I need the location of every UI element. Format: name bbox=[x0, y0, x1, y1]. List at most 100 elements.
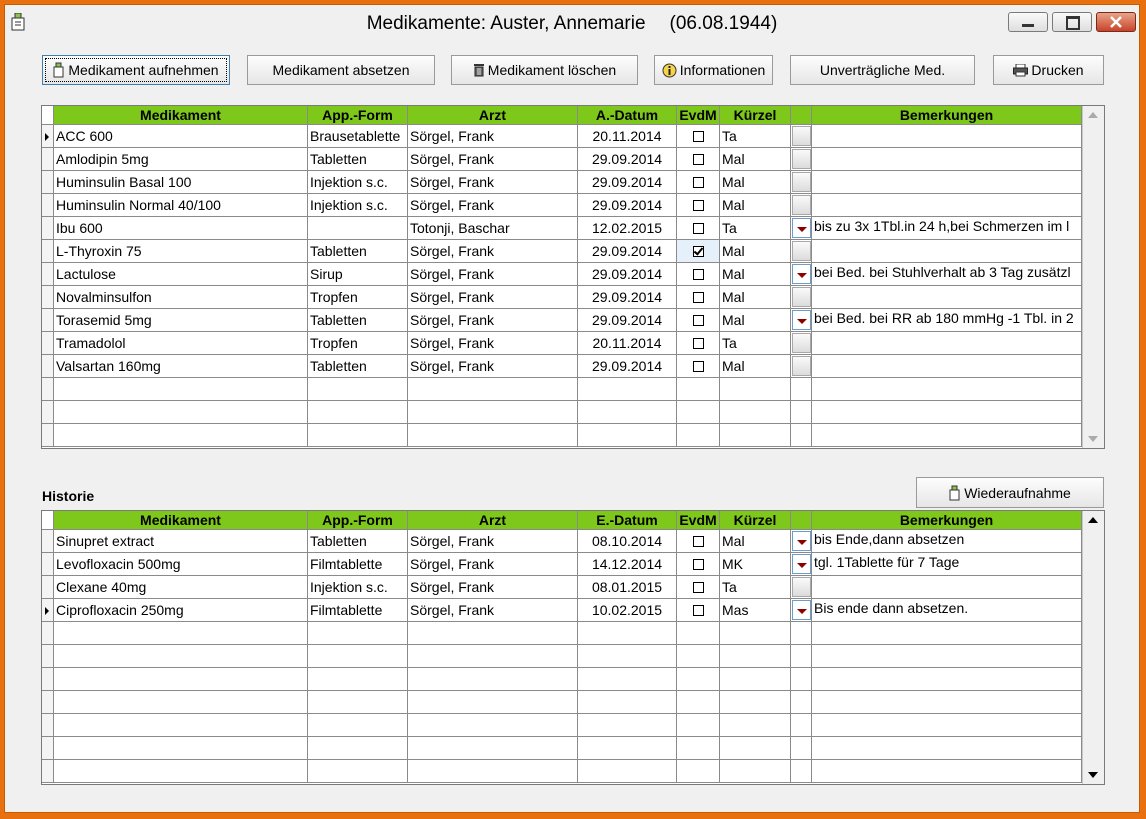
dropdown-cell[interactable] bbox=[791, 530, 812, 553]
table-cell[interactable]: Totonji, Baschar bbox=[408, 217, 578, 240]
table-cell[interactable]: Tabletten bbox=[308, 355, 408, 378]
row-selector[interactable] bbox=[42, 737, 54, 760]
row-selector[interactable] bbox=[42, 263, 54, 286]
table-cell[interactable] bbox=[812, 171, 1082, 194]
table-cell[interactable] bbox=[677, 240, 720, 263]
row-selector[interactable] bbox=[42, 714, 54, 737]
table-cell[interactable]: Ibu 600 bbox=[54, 217, 308, 240]
table-cell[interactable] bbox=[812, 125, 1082, 148]
table-cell[interactable]: Mal bbox=[720, 309, 791, 332]
table-cell[interactable]: Lactulose bbox=[54, 263, 308, 286]
dropdown-cell[interactable] bbox=[791, 599, 812, 622]
table-cell[interactable]: Sörgel, Frank bbox=[408, 194, 578, 217]
row-selector[interactable] bbox=[42, 309, 54, 332]
evdm-checkbox[interactable] bbox=[692, 581, 704, 593]
table-cell[interactable]: Sörgel, Frank bbox=[408, 148, 578, 171]
row-selector[interactable] bbox=[42, 645, 54, 668]
table-cell[interactable]: Sörgel, Frank bbox=[408, 171, 578, 194]
table-cell[interactable]: Sörgel, Frank bbox=[408, 125, 578, 148]
table-cell[interactable] bbox=[812, 355, 1082, 378]
maximize-button[interactable] bbox=[1052, 12, 1092, 32]
dropdown-cell[interactable] bbox=[791, 171, 812, 194]
discontinue-medication-button[interactable]: Medikament absetzen bbox=[247, 55, 435, 85]
table-cell[interactable] bbox=[677, 125, 720, 148]
dropdown-cell[interactable] bbox=[791, 553, 812, 576]
table-cell[interactable] bbox=[677, 148, 720, 171]
table-cell[interactable]: Ta bbox=[720, 576, 791, 599]
table-cell[interactable] bbox=[812, 194, 1082, 217]
table-cell[interactable]: Filmtablette bbox=[308, 553, 408, 576]
table-cell[interactable]: L-Thyroxin 75 bbox=[54, 240, 308, 263]
table-cell[interactable]: Sörgel, Frank bbox=[408, 530, 578, 553]
minimize-button[interactable] bbox=[1008, 12, 1048, 32]
dropdown-cell[interactable] bbox=[791, 125, 812, 148]
table-cell[interactable]: 20.11.2014 bbox=[578, 125, 677, 148]
row-selector[interactable] bbox=[42, 171, 54, 194]
row-selector[interactable] bbox=[42, 240, 54, 263]
row-selector[interactable] bbox=[42, 530, 54, 553]
table-cell[interactable]: Huminsulin Normal 40/100 bbox=[54, 194, 308, 217]
table-cell[interactable] bbox=[677, 263, 720, 286]
table-cell[interactable]: Sörgel, Frank bbox=[408, 576, 578, 599]
table-cell[interactable] bbox=[677, 530, 720, 553]
table-cell[interactable]: Bis ende dann absetzen. bbox=[812, 599, 1082, 622]
information-button[interactable]: Informationen bbox=[654, 55, 773, 85]
evdm-checkbox[interactable] bbox=[692, 535, 704, 547]
table-cell[interactable]: 29.09.2014 bbox=[578, 355, 677, 378]
table-cell[interactable]: Tropfen bbox=[308, 286, 408, 309]
table-cell[interactable]: Injektion s.c. bbox=[308, 194, 408, 217]
note-dropdown-button[interactable] bbox=[792, 600, 811, 620]
table-cell[interactable]: Sörgel, Frank bbox=[408, 240, 578, 263]
note-dropdown-button[interactable] bbox=[792, 554, 811, 574]
table-cell[interactable]: 29.09.2014 bbox=[578, 194, 677, 217]
row-button[interactable] bbox=[792, 172, 811, 192]
table-cell[interactable]: Levofloxacin 500mg bbox=[54, 553, 308, 576]
dropdown-cell[interactable] bbox=[791, 286, 812, 309]
table-cell[interactable]: Clexane 40mg bbox=[54, 576, 308, 599]
table-cell[interactable]: Sörgel, Frank bbox=[408, 553, 578, 576]
table-cell[interactable] bbox=[812, 240, 1082, 263]
table-cell[interactable] bbox=[677, 553, 720, 576]
dropdown-cell[interactable] bbox=[791, 148, 812, 171]
add-medication-button[interactable]: Medikament aufnehmen bbox=[42, 55, 230, 85]
note-dropdown-button[interactable] bbox=[792, 218, 811, 238]
table-cell[interactable]: 29.09.2014 bbox=[578, 263, 677, 286]
evdm-checkbox[interactable] bbox=[692, 130, 704, 142]
row-selector[interactable] bbox=[42, 401, 54, 424]
vertical-scrollbar[interactable] bbox=[1082, 106, 1104, 448]
table-cell[interactable] bbox=[677, 286, 720, 309]
table-cell[interactable]: Sörgel, Frank bbox=[408, 332, 578, 355]
table-cell[interactable]: Tabletten bbox=[308, 309, 408, 332]
row-button[interactable] bbox=[792, 126, 811, 146]
evdm-checkbox[interactable] bbox=[692, 268, 704, 280]
table-cell[interactable]: Sirup bbox=[308, 263, 408, 286]
dropdown-cell[interactable] bbox=[791, 355, 812, 378]
table-cell[interactable]: 29.09.2014 bbox=[578, 171, 677, 194]
table-cell[interactable]: 20.11.2014 bbox=[578, 332, 677, 355]
table-cell[interactable]: 29.09.2014 bbox=[578, 148, 677, 171]
table-cell[interactable]: Sörgel, Frank bbox=[408, 263, 578, 286]
table-cell[interactable]: Huminsulin Basal 100 bbox=[54, 171, 308, 194]
delete-medication-button[interactable]: Medikament löschen bbox=[451, 55, 638, 85]
table-cell[interactable]: 10.02.2015 bbox=[578, 599, 677, 622]
table-cell[interactable] bbox=[812, 286, 1082, 309]
row-selector[interactable] bbox=[42, 668, 54, 691]
table-cell[interactable] bbox=[677, 194, 720, 217]
note-dropdown-button[interactable] bbox=[792, 310, 811, 330]
table-cell[interactable]: Tabletten bbox=[308, 530, 408, 553]
row-selector[interactable] bbox=[42, 217, 54, 240]
scroll-up-icon[interactable] bbox=[1088, 112, 1098, 118]
dropdown-cell[interactable] bbox=[791, 332, 812, 355]
table-cell[interactable]: Ta bbox=[720, 332, 791, 355]
evdm-checkbox[interactable] bbox=[692, 360, 704, 372]
scroll-up-icon[interactable] bbox=[1088, 517, 1098, 523]
table-cell[interactable]: Torasemid 5mg bbox=[54, 309, 308, 332]
table-cell[interactable]: tgl. 1Tablette für 7 Tage bbox=[812, 553, 1082, 576]
table-cell[interactable]: bei Bed. bei Stuhlverhalt ab 3 Tag zusät… bbox=[812, 263, 1082, 286]
row-selector[interactable] bbox=[42, 553, 54, 576]
note-dropdown-button[interactable] bbox=[792, 264, 811, 284]
row-selector[interactable] bbox=[42, 148, 54, 171]
dropdown-cell[interactable] bbox=[791, 217, 812, 240]
table-cell[interactable]: 29.09.2014 bbox=[578, 286, 677, 309]
table-cell[interactable]: 08.10.2014 bbox=[578, 530, 677, 553]
